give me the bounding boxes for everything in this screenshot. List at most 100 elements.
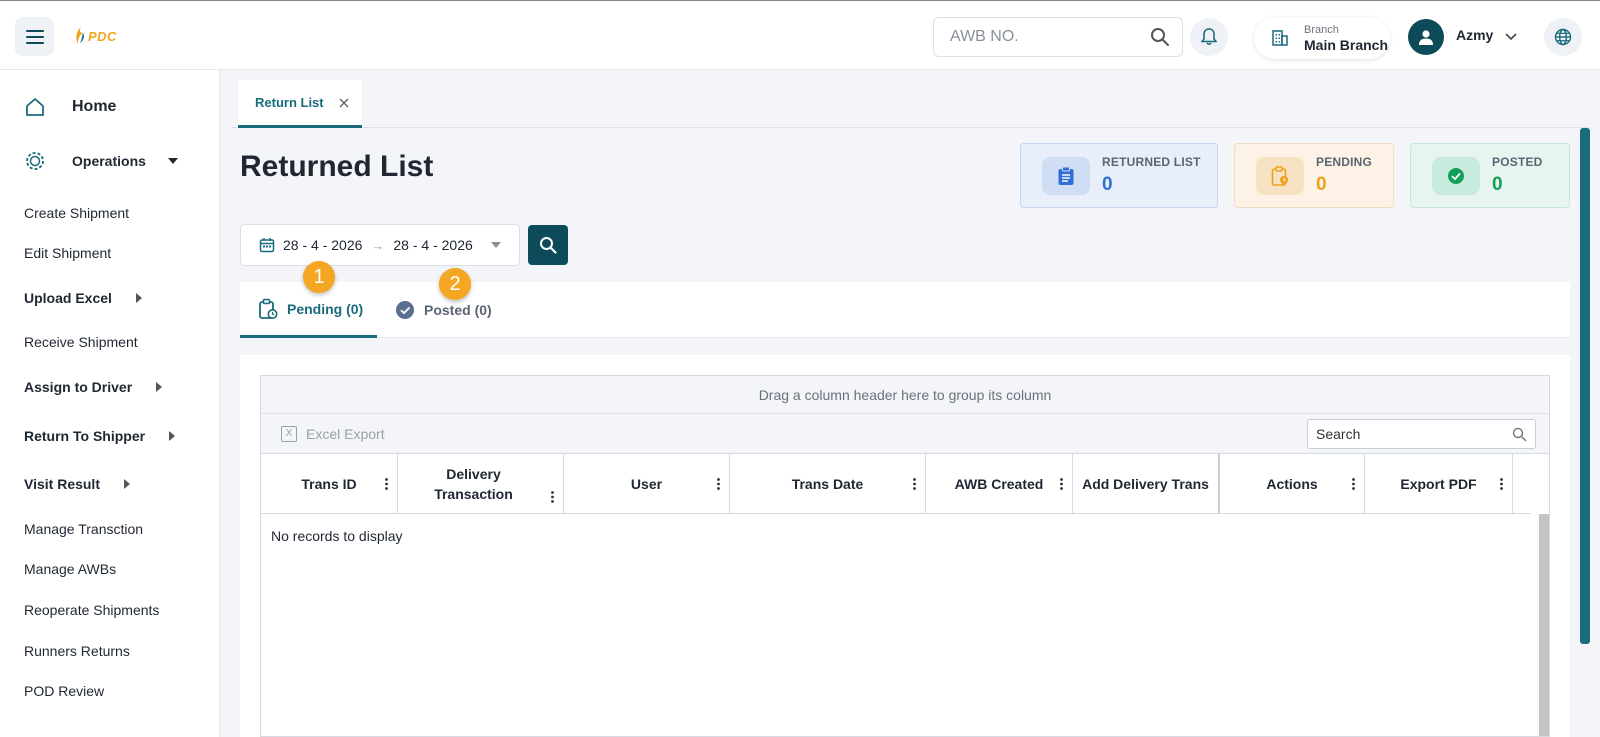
grid-search-input[interactable]: [1316, 426, 1506, 442]
column-header-awb-created[interactable]: AWB Created: [926, 454, 1073, 513]
excel-export-label: Excel Export: [306, 425, 385, 442]
column-header-trans-id[interactable]: Trans ID: [261, 454, 398, 513]
date-range-picker[interactable]: 28 - 4 - 2026 → 28 - 4 - 2026: [240, 224, 520, 266]
document-tab-bar: Return List: [231, 80, 1589, 128]
grid-scrollbar[interactable]: [1539, 514, 1549, 736]
sidebar-item-label: Reoperate Shipments: [24, 602, 160, 618]
tab-return-list[interactable]: Return List: [238, 80, 362, 128]
caret-right-icon: [169, 431, 176, 441]
sidebar-item-home[interactable]: Home: [24, 96, 116, 118]
caret-down-icon: [167, 158, 178, 164]
sidebar-item-edit-shipment[interactable]: Edit Shipment: [24, 245, 111, 261]
sidebar-item-create-shipment[interactable]: Create Shipment: [24, 205, 129, 221]
awb-search-input[interactable]: [950, 28, 1140, 46]
sidebar-item-upload-excel[interactable]: Upload Excel: [24, 290, 142, 306]
globe-icon: [1554, 28, 1572, 46]
top-bar: PDC Branch Main Branch Azmy: [0, 0, 1600, 70]
column-header-trans-date[interactable]: Trans Date: [730, 454, 926, 513]
search-icon[interactable]: [1150, 27, 1170, 47]
sidebar-item-receive-shipment[interactable]: Receive Shipment: [24, 334, 138, 350]
logo-mark-icon: [76, 27, 84, 45]
search-icon[interactable]: [1512, 427, 1527, 442]
step-badge-2: 2: [439, 268, 471, 300]
user-name: Azmy: [1456, 27, 1494, 43]
column-menu-icon[interactable]: [1500, 477, 1503, 490]
building-icon: [1266, 24, 1294, 52]
column-menu-icon[interactable]: [913, 477, 916, 490]
column-header-delivery-transaction[interactable]: Delivery Transaction: [398, 454, 564, 513]
notifications-button[interactable]: [1190, 18, 1228, 56]
grid-toolbar: X Excel Export: [261, 414, 1549, 454]
hamburger-menu-button[interactable]: [15, 17, 54, 56]
data-grid: Drag a column header here to group its c…: [260, 375, 1550, 737]
branch-text: Branch Main Branch: [1304, 23, 1388, 52]
column-menu-icon[interactable]: [1060, 477, 1063, 490]
column-menu-icon[interactable]: [385, 477, 388, 490]
check-circle-icon: [396, 301, 414, 319]
sidebar: Home Operations Create Shipment Edit Shi…: [0, 70, 220, 737]
grid-panel: Drag a column header here to group its c…: [240, 355, 1570, 737]
sidebar-item-operations[interactable]: Operations: [24, 150, 178, 172]
date-from[interactable]: 28 - 4 - 2026: [283, 237, 362, 253]
sidebar-item-label: Upload Excel: [24, 290, 112, 306]
column-menu-icon[interactable]: [1352, 477, 1355, 490]
pending-card: PENDING 0: [1234, 143, 1394, 208]
excel-icon: X: [281, 425, 297, 442]
home-icon: [26, 98, 44, 116]
grid-body: No records to display: [261, 514, 1549, 736]
close-icon[interactable]: [339, 98, 349, 108]
sidebar-item-visit-result[interactable]: Visit Result: [24, 476, 130, 492]
caret-right-icon: [156, 382, 163, 392]
branch-selector[interactable]: Branch Main Branch: [1254, 17, 1390, 59]
sidebar-item-label: Runners Returns: [24, 643, 130, 659]
column-label: Add Delivery Trans: [1082, 475, 1209, 492]
sidebar-item-label: POD Review: [24, 683, 105, 699]
stat-label: RETURNED LIST: [1102, 155, 1201, 169]
tab-pending[interactable]: Pending (0): [240, 282, 377, 338]
awb-search-box[interactable]: [933, 17, 1183, 57]
branch-caption: Branch: [1304, 23, 1339, 36]
sidebar-item-label: Create Shipment: [24, 205, 130, 221]
returned-list-card: RETURNED LIST 0: [1020, 143, 1218, 208]
hamburger-icon: [25, 29, 44, 44]
search-icon: [540, 237, 557, 254]
sidebar-item-reoperate-shipments[interactable]: Reoperate Shipments: [24, 602, 159, 618]
pdc-logo[interactable]: PDC: [74, 25, 117, 47]
caret-right-icon: [135, 293, 142, 303]
sidebar-item-label: Manage AWBs: [24, 561, 117, 577]
sidebar-item-return-to-shipper[interactable]: Return To Shipper: [24, 428, 176, 444]
sidebar-item-label: Manage Transction: [24, 521, 144, 537]
sidebar-item-manage-awbs[interactable]: Manage AWBs: [24, 561, 116, 577]
sidebar-item-label: Home: [72, 98, 117, 115]
operations-gear-icon: [26, 152, 44, 170]
column-menu-icon[interactable]: [717, 477, 720, 490]
date-to[interactable]: 28 - 4 - 2026: [393, 237, 472, 253]
column-header-user[interactable]: User: [564, 454, 730, 513]
sidebar-item-label: Receive Shipment: [24, 334, 138, 350]
check-circle-icon: [1432, 156, 1480, 195]
bell-icon: [1201, 28, 1217, 46]
page-title: Returned List: [240, 150, 434, 183]
column-menu-icon[interactable]: [551, 491, 554, 503]
stat-label: POSTED: [1492, 155, 1543, 169]
search-button[interactable]: [528, 225, 568, 265]
language-button[interactable]: [1544, 18, 1582, 56]
column-header-actions[interactable]: Actions: [1220, 454, 1365, 513]
grid-search-box[interactable]: [1307, 419, 1536, 449]
sidebar-item-runners-returns[interactable]: Runners Returns: [24, 643, 130, 659]
tab-label: Return List: [255, 95, 324, 110]
column-header-add-delivery-trans[interactable]: Add Delivery Trans: [1073, 454, 1220, 513]
sidebar-item-manage-transction[interactable]: Manage Transction: [24, 521, 143, 537]
column-label: AWB Created: [954, 475, 1044, 492]
stat-value: 0: [1316, 174, 1327, 195]
group-drop-area[interactable]: Drag a column header here to group its c…: [261, 376, 1549, 414]
sidebar-item-assign-to-driver[interactable]: Assign to Driver: [24, 379, 163, 395]
user-menu[interactable]: Azmy: [1408, 18, 1517, 56]
column-label: Delivery Transaction: [434, 465, 513, 502]
page-scrollbar[interactable]: [1580, 128, 1590, 644]
excel-export-button[interactable]: X Excel Export: [281, 425, 385, 442]
date-separator: →: [371, 237, 385, 253]
column-header-export-pdf[interactable]: Export PDF: [1365, 454, 1513, 513]
sidebar-item-label: Return To Shipper: [24, 428, 146, 444]
sidebar-item-pod-review[interactable]: POD Review: [24, 683, 104, 699]
